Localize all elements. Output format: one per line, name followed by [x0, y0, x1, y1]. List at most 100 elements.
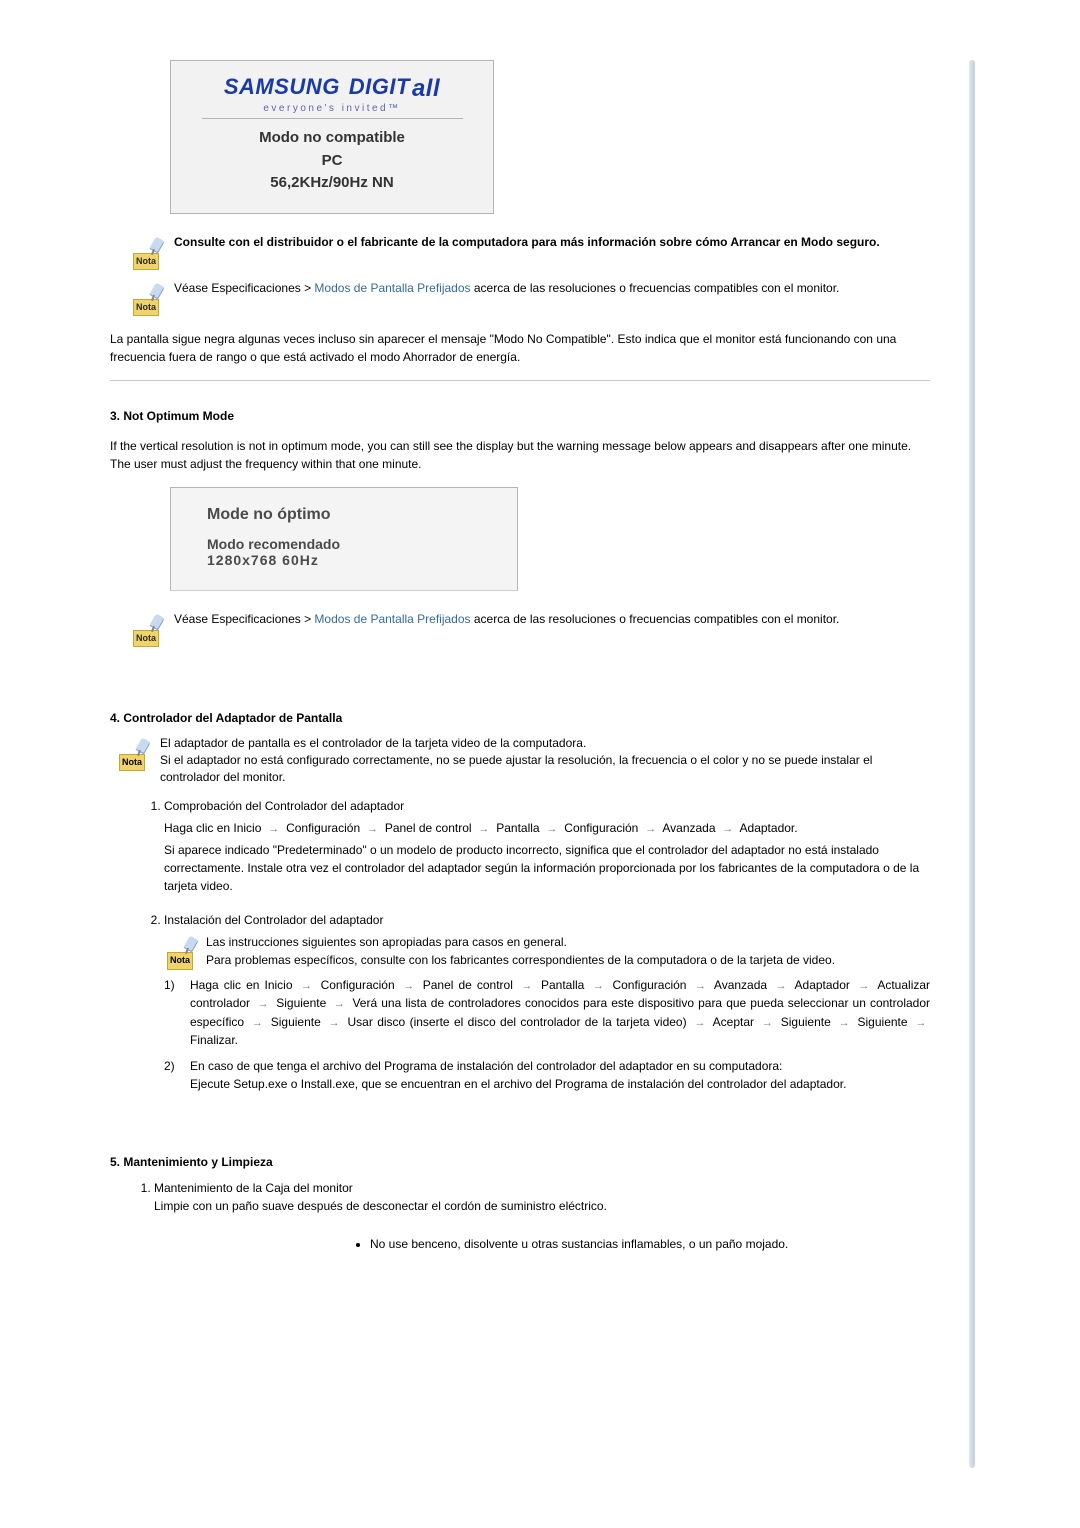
arrow-icon	[912, 1015, 930, 1032]
item1-rest: Si aparece indicado "Predeterminado" o u…	[164, 841, 930, 895]
path-step: Configuración	[286, 821, 360, 835]
section-3-heading: 3. Not Optimum Mode	[110, 409, 930, 423]
list-item: Mantenimiento de la Caja del monitor Lim…	[154, 1179, 930, 1215]
arrow-icon	[835, 1015, 853, 1032]
arrow-icon	[518, 978, 536, 995]
panel2-res: 1280x768 60Hz	[207, 552, 497, 568]
pin-icon	[149, 236, 165, 253]
arrow-icon	[475, 821, 493, 838]
brand-part-2: DIGIT	[349, 74, 410, 100]
section-5-bullets: No use benceno, disolvente u otras susta…	[350, 1235, 810, 1253]
path-step: Siguiente	[781, 1015, 831, 1029]
path-step: Panel de control	[385, 821, 472, 835]
path-step: Finalizar.	[190, 1033, 238, 1047]
bullet-item: No use benceno, disolvente u otras susta…	[370, 1235, 810, 1253]
section-3-desc: If the vertical resolution is not in opt…	[110, 437, 930, 473]
nota-badge: Nota	[116, 735, 148, 771]
sub-list-item: 1) Haga clic en Inicio Configuración Pan…	[164, 976, 930, 1050]
arrow-icon	[772, 978, 790, 995]
path-step: Adaptador	[795, 978, 850, 992]
item2-2-text: En caso de que tenga el archivo del Prog…	[190, 1057, 846, 1093]
panel2-title: Mode no óptimo	[207, 506, 497, 524]
arrow-icon	[254, 996, 272, 1013]
pin-icon	[135, 737, 151, 754]
nota-3-text: Véase Especificaciones > Modos de Pantal…	[174, 611, 839, 628]
nota-label: Nota	[119, 754, 145, 771]
path-step: Avanzada	[662, 821, 715, 835]
path-step: Configuración	[612, 978, 686, 992]
arrow-icon	[589, 978, 607, 995]
arrow-icon	[642, 821, 660, 838]
sub-list-item: 2) En caso de que tenga el archivo del P…	[164, 1057, 930, 1093]
section-5-heading: 5. Mantenimiento y Limpieza	[110, 1155, 930, 1169]
path-step: Aceptar	[713, 1015, 754, 1029]
brand-tagline: everyone's invited™	[187, 103, 477, 114]
item2-nota-text: Las instrucciones siguientes son apropia…	[206, 933, 835, 969]
item2-1-path: Haga clic en Inicio Configuración Panel …	[190, 976, 930, 1050]
nota-2-text: Véase Especificaciones > Modos de Pantal…	[174, 280, 839, 297]
arrow-icon	[692, 978, 710, 995]
black-screen-paragraph: La pantalla sigue negra algunas veces in…	[110, 330, 930, 366]
path-step: Avanzada	[714, 978, 767, 992]
arrow-icon	[330, 996, 348, 1013]
nota-label: Nota	[133, 630, 159, 647]
nota-row-1: Nota Consulte con el distribuidor o el f…	[130, 234, 930, 270]
arrow-icon	[855, 978, 873, 995]
path-step: Panel de control	[423, 978, 513, 992]
right-margin-rule	[969, 60, 975, 1468]
path-step: Adaptador.	[740, 821, 798, 835]
monitor-msg-panel-1: SAMSUNG DIGITall everyone's invited™ Mod…	[170, 60, 494, 214]
path-step: Siguiente	[858, 1015, 908, 1029]
preset-modes-link[interactable]: Modos de Pantalla Prefijados	[314, 281, 470, 295]
arrow-icon	[719, 821, 737, 838]
section-4-nota-text: El adaptador de pantalla es el controlad…	[160, 735, 930, 787]
path-step: Haga clic en Inicio	[190, 978, 293, 992]
preset-modes-link[interactable]: Modos de Pantalla Prefijados	[314, 612, 470, 626]
arrow-icon	[248, 1015, 266, 1032]
nota-row-5: Nota Las instrucciones siguientes son ap…	[164, 933, 930, 970]
pin-icon	[149, 613, 165, 630]
nota-label: Nota	[133, 253, 159, 270]
brand-part-1: SAMSUNG	[224, 74, 340, 100]
panel1-line1: Modo no compatible	[187, 127, 477, 150]
path-step: Usar disco (inserte el disco del control…	[348, 1015, 687, 1029]
path-step: Siguiente	[271, 1015, 321, 1029]
pin-icon	[149, 282, 165, 299]
nota-row-3: Nota Véase Especificaciones > Modos de P…	[130, 611, 930, 647]
list-item: Instalación del Controlador del adaptado…	[164, 911, 930, 1093]
sec5-item1-body: Limpie con un paño suave después de desc…	[154, 1199, 607, 1213]
item1-path: Haga clic en Inicio Configuración Panel …	[164, 819, 930, 838]
brand-part-3: all	[412, 75, 440, 103]
section-4-list: Comprobación del Controlador del adaptad…	[130, 797, 930, 1094]
section-divider	[110, 380, 930, 381]
panel1-line2: PC	[187, 150, 477, 173]
arrow-icon	[400, 978, 418, 995]
nota-badge: Nota	[130, 234, 162, 270]
nota-row-4: Nota El adaptador de pantalla es el cont…	[116, 735, 930, 787]
path-step: Configuración	[564, 821, 638, 835]
nota-badge: Nota	[130, 280, 162, 316]
path-step: Siguiente	[276, 996, 326, 1010]
path-step: Pantalla	[496, 821, 539, 835]
path-step: Pantalla	[541, 978, 584, 992]
path-step: Haga clic en Inicio	[164, 821, 261, 835]
arrow-icon	[758, 1015, 776, 1032]
path-step: Configuración	[321, 978, 395, 992]
arrow-icon	[363, 821, 381, 838]
arrow-icon	[265, 821, 283, 838]
nota-badge: Nota	[164, 933, 196, 970]
nota-row-2: Nota Véase Especificaciones > Modos de P…	[130, 280, 930, 316]
nota-badge: Nota	[130, 611, 162, 647]
brand-logo: SAMSUNG DIGITall	[187, 73, 477, 101]
nota-1-text: Consulte con el distribuidor o el fabric…	[174, 234, 880, 251]
panel1-line3: 56,2KHz/90Hz NN	[187, 172, 477, 195]
section-5-list: Mantenimiento de la Caja del monitor Lim…	[120, 1179, 930, 1215]
monitor-msg-panel-2: Mode no óptimo Modo recomendado 1280x768…	[170, 487, 518, 591]
sec5-item1-title: Mantenimiento de la Caja del monitor	[154, 1181, 353, 1195]
item1-title: Comprobación del Controlador del adaptad…	[164, 799, 404, 813]
arrow-icon	[691, 1015, 709, 1032]
pin-icon	[183, 936, 199, 953]
arrow-icon	[298, 978, 316, 995]
item2-title: Instalación del Controlador del adaptado…	[164, 913, 383, 927]
section-4-heading: 4. Controlador del Adaptador de Pantalla	[110, 711, 930, 725]
